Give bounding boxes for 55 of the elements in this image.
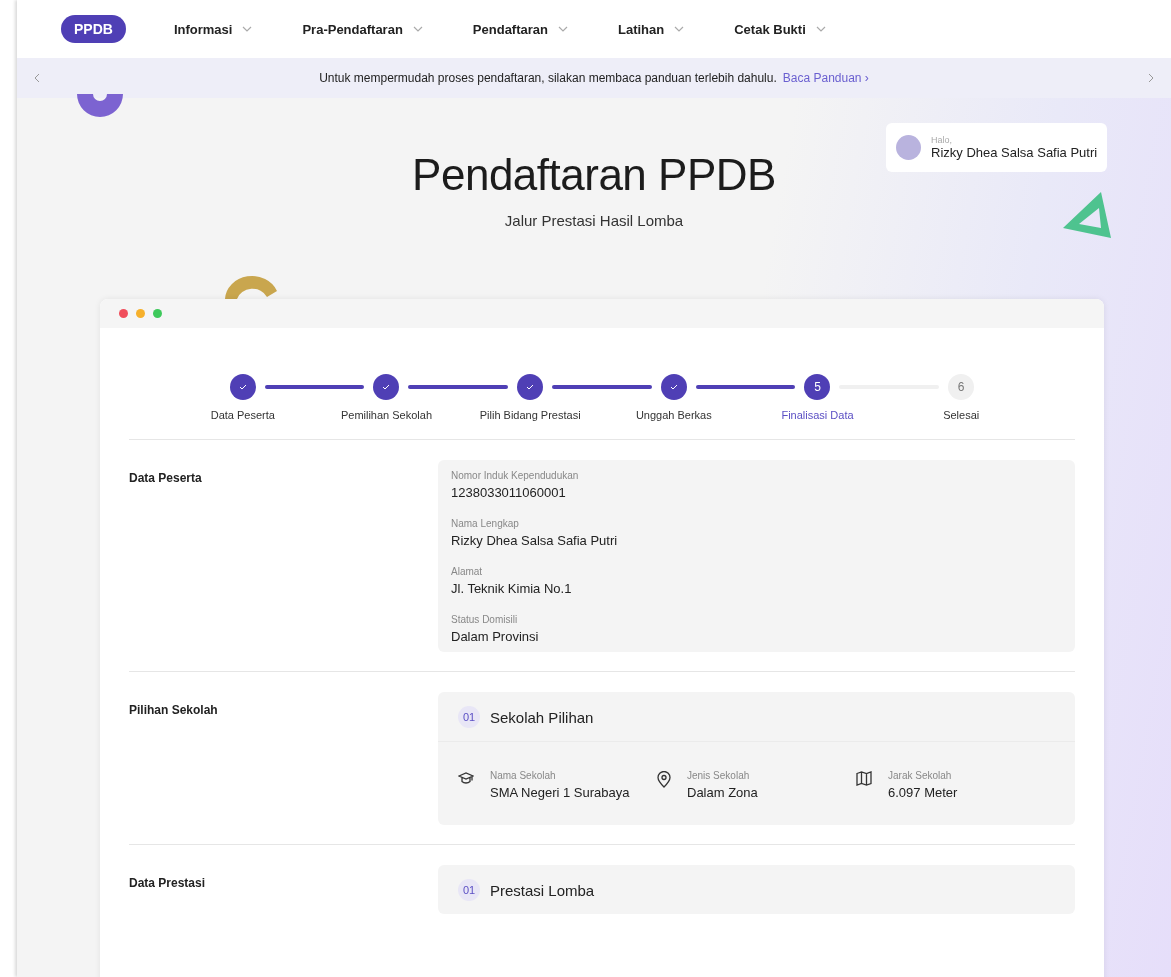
page-title: Pendaftaran PPDB — [412, 150, 776, 200]
page-subtitle: Jalur Prestasi Hasil Lomba — [504, 212, 684, 229]
field-value: 6.097 Meter — [888, 785, 958, 800]
caret-icon — [242, 26, 253, 32]
field-value: Dalam Zona — [687, 785, 758, 800]
item-title: Sekolah Pilihan — [490, 708, 594, 726]
chevron-right-icon[interactable] — [1148, 73, 1154, 83]
greeting-label: Halo, — [931, 135, 953, 145]
caret-icon — [558, 26, 568, 32]
field-value: 1238033011060001 — [451, 485, 567, 500]
map-icon — [856, 771, 872, 786]
field-label: Status Domisili — [451, 614, 519, 625]
chevron-left-icon[interactable] — [34, 73, 40, 83]
step-label: Finalisasi Data — [781, 409, 854, 421]
section-title: Pilihan Sekolah — [129, 702, 218, 717]
section-title: Data Peserta — [129, 470, 202, 485]
step-label: Pemilihan Sekolah — [340, 409, 433, 421]
caret-icon — [815, 26, 826, 32]
field-value: Rizky Dhea Salsa Safia Putri — [451, 533, 619, 548]
field-value: Dalam Provinsi — [451, 629, 540, 644]
close-dot-icon — [119, 309, 128, 318]
nav-menu-item[interactable]: Informasi — [173, 21, 233, 37]
field-value: SMA Negeri 1 Surabaya — [490, 785, 630, 800]
nav-menu-item[interactable]: Cetak Bukti — [734, 21, 806, 37]
field-label: Alamat — [451, 566, 484, 577]
caret-icon — [412, 26, 423, 32]
item-number: 01 — [458, 706, 480, 728]
step-label: Unggah Berkas — [635, 409, 712, 421]
field-label: Jarak Sekolah — [888, 770, 953, 781]
nav-menu-item[interactable]: Latihan — [618, 21, 665, 37]
item-title: Prestasi Lomba — [490, 881, 595, 899]
nav-menu-item[interactable]: Pendaftaran — [472, 21, 548, 37]
nav-menu-item[interactable]: Pra-Pendaftaran — [302, 21, 403, 37]
maximize-dot-icon — [153, 309, 162, 318]
user-name: Rizky Dhea Salsa Safia Putri — [931, 145, 1098, 160]
step-label: Selesai — [943, 409, 980, 421]
section-title: Data Prestasi — [129, 875, 206, 890]
guide-link[interactable]: Baca Panduan › — [782, 71, 869, 85]
field-value: Jl. Teknik Kimia No.1 — [451, 581, 573, 596]
brand-logo[interactable]: PPDB — [61, 15, 126, 43]
field-label: Jenis Sekolah — [687, 770, 751, 781]
step-label: Data Peserta — [210, 409, 275, 421]
location-pin-icon — [657, 771, 671, 788]
item-number: 01 — [458, 879, 480, 901]
step-number: 5 — [804, 374, 831, 400]
step-number: 6 — [948, 374, 975, 400]
graduation-cap-icon — [458, 771, 474, 785]
field-label: Nama Lengkap — [451, 518, 520, 529]
banner-text: Untuk mempermudah proses pendaftaran, silakan membaca panduan terlebih dahulu. — [319, 71, 777, 85]
avatar-icon — [896, 135, 921, 160]
step-label: Pilih Bidang Prestasi — [479, 409, 581, 421]
field-label: Nomor Induk Kependudukan — [451, 470, 580, 481]
field-label: Nama Sekolah — [490, 770, 557, 781]
minimize-dot-icon — [136, 309, 145, 318]
caret-icon — [674, 26, 685, 32]
